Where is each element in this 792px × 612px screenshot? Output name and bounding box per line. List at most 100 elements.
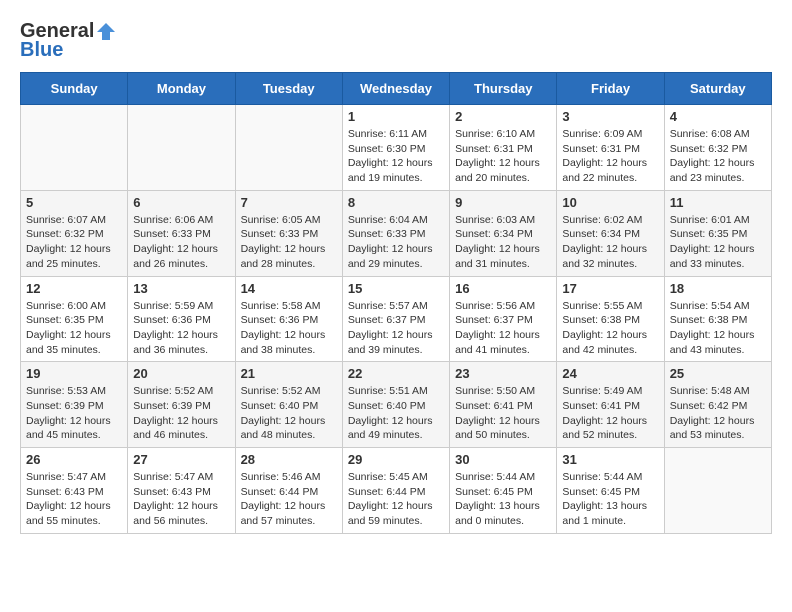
weekday-header-wednesday: Wednesday <box>342 73 449 105</box>
weekday-header-monday: Monday <box>128 73 235 105</box>
day-number: 13 <box>133 281 229 296</box>
calendar-day-cell: 20 Sunrise: 5:52 AM Sunset: 6:39 PM Dayli… <box>128 362 235 448</box>
day-info: Sunrise: 6:03 AM Sunset: 6:34 PM Dayligh… <box>455 213 551 272</box>
day-info: Sunrise: 6:09 AM Sunset: 6:31 PM Dayligh… <box>562 127 658 186</box>
calendar-day-cell: 1Sunrise: 6:11 AM Sunset: 6:30 PM Daylig… <box>342 105 449 191</box>
day-number: 7 <box>241 195 337 210</box>
calendar-day-cell: 8 Sunrise: 6:04 AM Sunset: 6:33 PM Daylig… <box>342 190 449 276</box>
day-info: Sunrise: 5:52 AM Sunset: 6:39 PM Dayligh… <box>133 384 229 443</box>
day-number: 24 <box>562 366 658 381</box>
calendar-day-cell: 15 Sunrise: 5:57 AM Sunset: 6:37 PM Dayli… <box>342 276 449 362</box>
calendar-day-cell: 30 Sunrise: 5:44 AM Sunset: 6:45 PM Dayli… <box>450 448 557 534</box>
weekday-header-sunday: Sunday <box>21 73 128 105</box>
weekday-header-friday: Friday <box>557 73 664 105</box>
day-info: Sunrise: 5:58 AM Sunset: 6:36 PM Dayligh… <box>241 299 337 358</box>
calendar-day-cell: 2 Sunrise: 6:10 AM Sunset: 6:31 PM Daylig… <box>450 105 557 191</box>
calendar-table: SundayMondayTuesdayWednesdayThursdayFrid… <box>20 72 772 534</box>
day-info: Sunrise: 5:45 AM Sunset: 6:44 PM Dayligh… <box>348 470 444 529</box>
day-info: Sunrise: 5:44 AM Sunset: 6:45 PM Dayligh… <box>455 470 551 529</box>
day-number: 19 <box>26 366 122 381</box>
calendar-day-cell: 14 Sunrise: 5:58 AM Sunset: 6:36 PM Dayli… <box>235 276 342 362</box>
calendar-day-cell: 3 Sunrise: 6:09 AM Sunset: 6:31 PM Daylig… <box>557 105 664 191</box>
calendar-day-cell: 31 Sunrise: 5:44 AM Sunset: 6:45 PM Dayli… <box>557 448 664 534</box>
day-info: Sunrise: 6:04 AM Sunset: 6:33 PM Dayligh… <box>348 213 444 272</box>
day-info: Sunrise: 5:53 AM Sunset: 6:39 PM Dayligh… <box>26 384 122 443</box>
calendar-day-cell: 12 Sunrise: 6:00 AM Sunset: 6:35 PM Dayli… <box>21 276 128 362</box>
day-info: Sunrise: 5:59 AM Sunset: 6:36 PM Dayligh… <box>133 299 229 358</box>
day-number: 18 <box>670 281 766 296</box>
calendar-day-cell: 11Sunrise: 6:01 AM Sunset: 6:35 PM Dayli… <box>664 190 771 276</box>
day-number: 22 <box>348 366 444 381</box>
calendar-day-cell: 4 Sunrise: 6:08 AM Sunset: 6:32 PM Daylig… <box>664 105 771 191</box>
calendar-day-cell: 6Sunrise: 6:06 AM Sunset: 6:33 PM Daylig… <box>128 190 235 276</box>
calendar-day-cell: 18 Sunrise: 5:54 AM Sunset: 6:38 PM Dayli… <box>664 276 771 362</box>
day-info: Sunrise: 5:54 AM Sunset: 6:38 PM Dayligh… <box>670 299 766 358</box>
day-info: Sunrise: 5:44 AM Sunset: 6:45 PM Dayligh… <box>562 470 658 529</box>
calendar-empty-cell <box>235 105 342 191</box>
calendar-day-cell: 29 Sunrise: 5:45 AM Sunset: 6:44 PM Dayli… <box>342 448 449 534</box>
logo: General Blue <box>20 20 116 62</box>
calendar-empty-cell <box>128 105 235 191</box>
day-number: 15 <box>348 281 444 296</box>
calendar-empty-cell <box>21 105 128 191</box>
calendar-week-row: 1Sunrise: 6:11 AM Sunset: 6:30 PM Daylig… <box>21 105 772 191</box>
day-number: 20 <box>133 366 229 381</box>
day-info: Sunrise: 6:08 AM Sunset: 6:32 PM Dayligh… <box>670 127 766 186</box>
day-info: Sunrise: 6:01 AM Sunset: 6:35 PM Dayligh… <box>670 213 766 272</box>
day-info: Sunrise: 5:52 AM Sunset: 6:40 PM Dayligh… <box>241 384 337 443</box>
weekday-header-tuesday: Tuesday <box>235 73 342 105</box>
day-number: 30 <box>455 452 551 467</box>
day-info: Sunrise: 5:50 AM Sunset: 6:41 PM Dayligh… <box>455 384 551 443</box>
calendar-day-cell: 16Sunrise: 5:56 AM Sunset: 6:37 PM Dayli… <box>450 276 557 362</box>
day-number: 2 <box>455 109 551 124</box>
day-number: 23 <box>455 366 551 381</box>
calendar-day-cell: 28 Sunrise: 5:46 AM Sunset: 6:44 PM Dayli… <box>235 448 342 534</box>
day-info: Sunrise: 6:07 AM Sunset: 6:32 PM Dayligh… <box>26 213 122 272</box>
calendar-day-cell: 10Sunrise: 6:02 AM Sunset: 6:34 PM Dayli… <box>557 190 664 276</box>
calendar-day-cell: 25 Sunrise: 5:48 AM Sunset: 6:42 PM Dayli… <box>664 362 771 448</box>
weekday-header-saturday: Saturday <box>664 73 771 105</box>
day-info: Sunrise: 6:10 AM Sunset: 6:31 PM Dayligh… <box>455 127 551 186</box>
day-number: 3 <box>562 109 658 124</box>
day-number: 5 <box>26 195 122 210</box>
day-info: Sunrise: 5:48 AM Sunset: 6:42 PM Dayligh… <box>670 384 766 443</box>
calendar-week-row: 5 Sunrise: 6:07 AM Sunset: 6:32 PM Daylig… <box>21 190 772 276</box>
day-number: 25 <box>670 366 766 381</box>
day-number: 8 <box>348 195 444 210</box>
calendar-day-cell: 9 Sunrise: 6:03 AM Sunset: 6:34 PM Daylig… <box>450 190 557 276</box>
day-number: 12 <box>26 281 122 296</box>
day-info: Sunrise: 6:00 AM Sunset: 6:35 PM Dayligh… <box>26 299 122 358</box>
calendar-day-cell: 7 Sunrise: 6:05 AM Sunset: 6:33 PM Daylig… <box>235 190 342 276</box>
calendar-day-cell: 27Sunrise: 5:47 AM Sunset: 6:43 PM Dayli… <box>128 448 235 534</box>
day-info: Sunrise: 5:46 AM Sunset: 6:44 PM Dayligh… <box>241 470 337 529</box>
day-number: 28 <box>241 452 337 467</box>
calendar-day-cell: 26Sunrise: 5:47 AM Sunset: 6:43 PM Dayli… <box>21 448 128 534</box>
calendar-week-row: 12 Sunrise: 6:00 AM Sunset: 6:35 PM Dayli… <box>21 276 772 362</box>
day-number: 17 <box>562 281 658 296</box>
day-number: 4 <box>670 109 766 124</box>
day-info: Sunrise: 5:47 AM Sunset: 6:43 PM Dayligh… <box>26 470 122 529</box>
calendar-day-cell: 19 Sunrise: 5:53 AM Sunset: 6:39 PM Dayli… <box>21 362 128 448</box>
day-info: Sunrise: 5:57 AM Sunset: 6:37 PM Dayligh… <box>348 299 444 358</box>
weekday-header-thursday: Thursday <box>450 73 557 105</box>
day-number: 14 <box>241 281 337 296</box>
calendar-day-cell: 21 Sunrise: 5:52 AM Sunset: 6:40 PM Dayli… <box>235 362 342 448</box>
day-number: 6 <box>133 195 229 210</box>
day-number: 31 <box>562 452 658 467</box>
calendar-empty-cell <box>664 448 771 534</box>
logo-blue: Blue <box>20 39 63 62</box>
day-number: 29 <box>348 452 444 467</box>
day-number: 16 <box>455 281 551 296</box>
calendar-day-cell: 24Sunrise: 5:49 AM Sunset: 6:41 PM Dayli… <box>557 362 664 448</box>
day-number: 9 <box>455 195 551 210</box>
calendar-week-row: 26Sunrise: 5:47 AM Sunset: 6:43 PM Dayli… <box>21 448 772 534</box>
weekday-header-row: SundayMondayTuesdayWednesdayThursdayFrid… <box>21 73 772 105</box>
day-number: 21 <box>241 366 337 381</box>
logo-arrow-icon <box>96 22 116 42</box>
day-info: Sunrise: 6:11 AM Sunset: 6:30 PM Dayligh… <box>348 127 444 186</box>
day-info: Sunrise: 6:05 AM Sunset: 6:33 PM Dayligh… <box>241 213 337 272</box>
calendar-day-cell: 5 Sunrise: 6:07 AM Sunset: 6:32 PM Daylig… <box>21 190 128 276</box>
calendar-day-cell: 22 Sunrise: 5:51 AM Sunset: 6:40 PM Dayli… <box>342 362 449 448</box>
day-info: Sunrise: 5:51 AM Sunset: 6:40 PM Dayligh… <box>348 384 444 443</box>
day-info: Sunrise: 5:55 AM Sunset: 6:38 PM Dayligh… <box>562 299 658 358</box>
